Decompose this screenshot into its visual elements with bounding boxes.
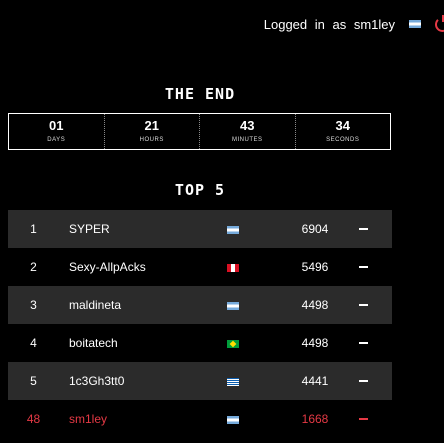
countdown-hours-value: 21 bbox=[144, 118, 159, 133]
argentina-flag-icon bbox=[227, 301, 239, 310]
countdown-hours: 21 HOURS bbox=[103, 114, 200, 149]
scoreboard-title: TOP 5 bbox=[174, 181, 226, 199]
minus-icon bbox=[358, 418, 368, 420]
countdown-seconds-label: SECONDS bbox=[326, 137, 360, 143]
minus-icon bbox=[358, 304, 368, 306]
team-name[interactable]: boitatech bbox=[59, 336, 227, 350]
score-cell: 4498 bbox=[301, 298, 329, 312]
minus-icon bbox=[358, 266, 368, 268]
table-row[interactable]: 5 1c3Gh3tt0 4441 bbox=[8, 362, 392, 400]
top-bar: Logged in as sm1ley bbox=[264, 15, 444, 33]
flag-cell bbox=[227, 336, 287, 350]
dash-cell bbox=[343, 418, 383, 420]
argentina-flag-icon bbox=[227, 415, 239, 424]
rank-cell: 48 bbox=[26, 412, 41, 426]
team-name[interactable]: maldineta bbox=[59, 298, 227, 312]
argentina-flag-icon bbox=[409, 20, 421, 28]
power-icon[interactable] bbox=[435, 16, 444, 32]
countdown-days: 01 DAYS bbox=[9, 114, 104, 149]
flag-cell bbox=[227, 298, 287, 312]
flag-cell bbox=[227, 374, 287, 388]
countdown-days-label: DAYS bbox=[47, 137, 66, 143]
countdown-hours-label: HOURS bbox=[139, 137, 164, 143]
table-row[interactable]: 4 boitatech 4498 bbox=[8, 324, 392, 362]
countdown-minutes-label: MINUTES bbox=[232, 137, 263, 143]
brazil-flag-icon bbox=[227, 339, 239, 348]
countdown-seconds-value: 34 bbox=[335, 118, 350, 133]
table-row[interactable]: 3 maldineta 4498 bbox=[8, 286, 392, 324]
table-row[interactable]: 1 SYPER 6904 bbox=[8, 210, 392, 248]
dash-cell bbox=[343, 304, 383, 306]
score-cell: 1668 bbox=[301, 412, 329, 426]
minus-icon bbox=[358, 228, 368, 230]
countdown-days-value: 01 bbox=[49, 118, 64, 133]
table-row[interactable]: 2 Sexy-AllpAcks 5496 bbox=[8, 248, 392, 286]
countdown-seconds: 34 SECONDS bbox=[294, 114, 391, 149]
rank-cell: 3 bbox=[30, 298, 37, 312]
countdown-minutes: 43 MINUTES bbox=[199, 114, 295, 149]
team-name[interactable]: 1c3Gh3tt0 bbox=[59, 374, 227, 388]
scoreboard-table: 1 SYPER 6904 2 Sexy-AllpAcks 5496 3 mald… bbox=[8, 210, 392, 438]
dash-cell bbox=[343, 342, 383, 344]
team-name[interactable]: sm1ley bbox=[59, 412, 227, 426]
rank-cell: 1 bbox=[30, 222, 37, 236]
score-cell: 6904 bbox=[301, 222, 329, 236]
rank-cell: 2 bbox=[30, 260, 37, 274]
score-cell: 4441 bbox=[301, 374, 329, 388]
team-name[interactable]: Sexy-AllpAcks bbox=[59, 260, 227, 274]
dash-cell bbox=[343, 266, 383, 268]
own-team-row[interactable]: 48 sm1ley 1668 bbox=[8, 400, 392, 438]
dash-cell bbox=[343, 228, 383, 230]
login-status: Logged in as sm1ley bbox=[263, 16, 395, 32]
score-cell: 4498 bbox=[301, 336, 329, 350]
rank-cell: 4 bbox=[30, 336, 37, 350]
greece-flag-icon bbox=[227, 377, 239, 386]
flag-cell bbox=[227, 222, 287, 236]
minus-icon bbox=[358, 380, 368, 382]
countdown-minutes-value: 43 bbox=[240, 118, 255, 133]
countdown-title: THE END bbox=[164, 85, 236, 103]
peru-flag-icon bbox=[227, 263, 239, 272]
flag-cell bbox=[227, 260, 287, 274]
countdown-timer: 01 DAYS 21 HOURS 43 MINUTES 34 SECONDS bbox=[8, 113, 391, 150]
dash-cell bbox=[343, 380, 383, 382]
minus-icon bbox=[358, 342, 368, 344]
team-name[interactable]: SYPER bbox=[59, 222, 227, 236]
rank-cell: 5 bbox=[30, 374, 37, 388]
flag-cell bbox=[227, 412, 287, 426]
score-cell: 5496 bbox=[301, 260, 329, 274]
argentina-flag-icon bbox=[227, 225, 239, 234]
